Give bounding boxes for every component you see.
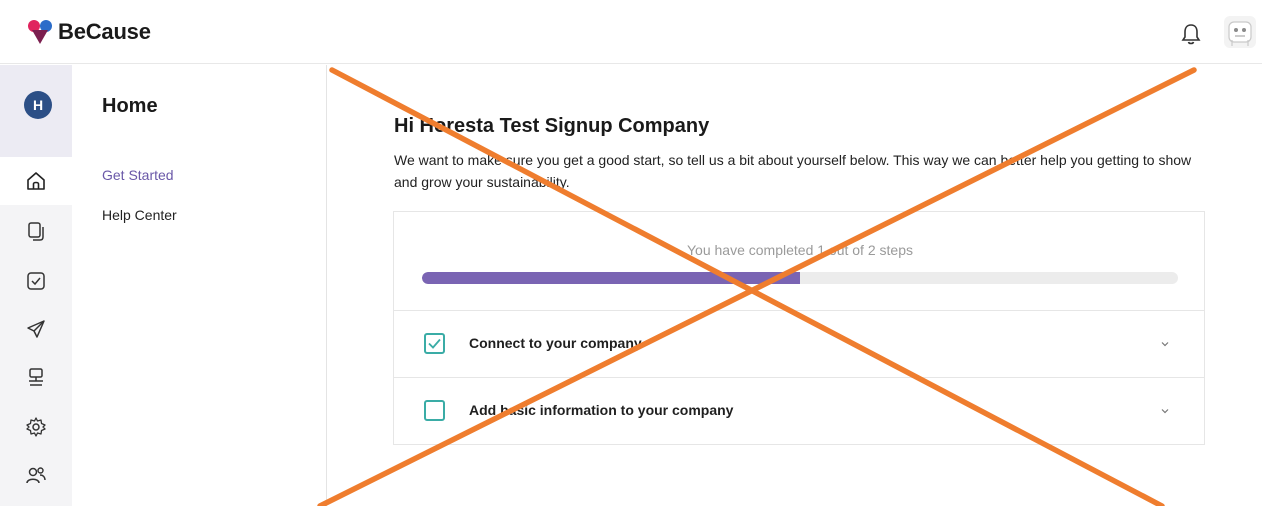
sub-navigation: Home Get Started Help Center bbox=[72, 65, 327, 506]
rail-send-button[interactable] bbox=[0, 305, 72, 353]
step-checkbox[interactable] bbox=[424, 400, 445, 421]
send-icon bbox=[27, 320, 45, 338]
bell-icon[interactable] bbox=[1180, 22, 1202, 46]
org-avatar[interactable]: H bbox=[24, 91, 52, 119]
top-bar: BeCause bbox=[0, 0, 1262, 64]
brand-logo[interactable]: BeCause bbox=[26, 18, 151, 46]
settings-icon bbox=[26, 417, 46, 437]
step-checkbox[interactable] bbox=[424, 333, 445, 354]
rail-users-button[interactable] bbox=[0, 451, 72, 499]
rail-home-button[interactable] bbox=[0, 157, 72, 205]
step-label: Add basic information to your company bbox=[469, 402, 734, 418]
users-icon bbox=[26, 467, 46, 484]
progress-text: You have completed 1 out of 2 steps bbox=[687, 242, 913, 258]
step-connect-company[interactable]: Connect to your company bbox=[394, 310, 1204, 377]
rail-documents-button[interactable] bbox=[0, 207, 72, 255]
network-icon bbox=[29, 368, 43, 386]
step-label: Connect to your company bbox=[469, 335, 642, 351]
subnav-get-started[interactable]: Get Started bbox=[102, 167, 174, 183]
documents-icon bbox=[28, 222, 44, 241]
intro-text: We want to make sure you get a good star… bbox=[394, 152, 1192, 190]
progress-bar bbox=[422, 272, 1178, 284]
chevron-down-icon[interactable] bbox=[1160, 339, 1170, 349]
user-avatar[interactable] bbox=[1224, 16, 1256, 48]
section-title: Home bbox=[102, 95, 158, 117]
progress-bar-fill bbox=[422, 272, 800, 284]
org-switcher-area: H bbox=[0, 65, 72, 157]
robot-avatar-icon bbox=[1228, 21, 1252, 46]
subnav-help-center[interactable]: Help Center bbox=[102, 207, 177, 223]
tasks-icon bbox=[27, 272, 45, 290]
chevron-down-icon[interactable] bbox=[1160, 406, 1170, 416]
brand-name: BeCause bbox=[58, 19, 151, 44]
step-basic-information[interactable]: Add basic information to your company bbox=[394, 377, 1204, 444]
home-icon bbox=[27, 172, 45, 190]
rail-settings-button[interactable] bbox=[0, 403, 72, 451]
icon-rail: H bbox=[0, 65, 72, 506]
checkmark-icon bbox=[428, 338, 441, 349]
main-content: Hi Horesta Test Signup Company We want t… bbox=[328, 65, 1262, 506]
page-title: Hi Horesta Test Signup Company bbox=[394, 115, 710, 137]
rail-tasks-button[interactable] bbox=[0, 257, 72, 305]
because-logo-icon bbox=[28, 20, 52, 44]
onboarding-card: You have completed 1 out of 2 steps Conn… bbox=[393, 211, 1205, 445]
rail-network-button[interactable] bbox=[0, 353, 72, 401]
